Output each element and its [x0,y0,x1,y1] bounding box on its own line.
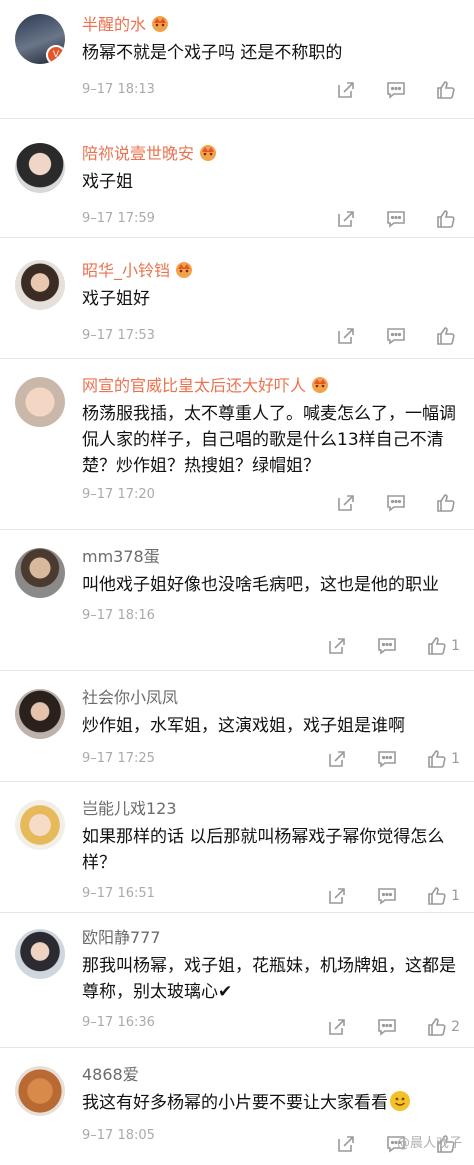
like-button[interactable] [436,493,460,513]
crown-icon [200,145,217,161]
comment-icon [387,495,405,512]
share-icon [329,1019,345,1035]
comment-button[interactable] [377,749,397,769]
avatar[interactable] [15,548,65,598]
share-button[interactable] [327,636,347,656]
like-icon [437,210,455,228]
like-count: 1 [451,638,460,654]
comment-button[interactable] [386,493,406,513]
smile-emoji-icon [390,1091,410,1111]
crown-icon [152,16,169,32]
avatar[interactable] [15,260,65,310]
comment-icon [378,888,396,905]
comment-item: mm378蛋 叫他戏子姐好像也没啥毛病吧，这也是他的职业 9–17 18:16 … [0,530,474,671]
comment-item: 4868爱 我这有好多杨幂的小片要不要让大家看看 9–17 18:05 @晨人戏… [0,1048,474,1165]
comment-item: 陪祢说壹世晚安 戏子姐 9–17 17:59 [0,119,474,238]
like-icon [437,494,455,512]
like-button[interactable]: 1 [427,749,460,769]
like-icon [437,81,455,99]
comment-item: 欧阳静777 那我叫杨幂，戏子姐，花瓶妹，机场牌姐，这都是尊称，别太玻璃心✔ 9… [0,913,474,1048]
username[interactable]: 社会你小凤凤 [82,687,460,709]
avatar[interactable] [15,377,65,427]
comment-text: 叫他戏子姐好像也没啥毛病吧，这也是他的职业 [82,575,439,595]
comment-icon [387,211,405,228]
comment-icon [387,328,405,345]
share-icon [338,211,354,227]
comment-icon [378,1019,396,1036]
comment-button[interactable] [377,1017,397,1037]
comment-text: 杨荡服我插，太不尊重人了。喊麦怎么了，一幅调侃人家的样子，自己唱的歌是什么13样… [82,404,456,476]
comment-item: 昭华_小铃铛 戏子姐好 9–17 17:53 [0,238,474,359]
comment-text: 炒作姐，水军姐，这演戏姐，戏子姐是谁啊 [82,716,405,736]
share-icon [338,1136,354,1152]
username[interactable]: 网宣的官威比皇太后还大好吓人 [82,375,460,397]
comment-button[interactable] [377,886,397,906]
share-button[interactable] [336,1134,356,1154]
comment-button[interactable] [377,636,397,656]
username[interactable]: 半醒的水 [82,14,460,36]
comment-text: 那我叫杨幂，戏子姐，花瓶妹，机场牌姐，这都是尊称，别太玻璃心✔ [82,956,456,1002]
comment-time: 9–17 18:16 [82,608,155,623]
like-button[interactable] [436,209,460,229]
watermark: @晨人戏子 [396,1136,462,1151]
share-icon [329,638,345,654]
comment-text: 戏子姐 [82,172,133,192]
share-icon [338,495,354,511]
avatar[interactable] [15,1066,65,1116]
share-button[interactable] [336,209,356,229]
like-icon [437,327,455,345]
comment-item: 网宣的官威比皇太后还大好吓人 杨荡服我插，太不尊重人了。喊麦怎么了，一幅调侃人家… [0,359,474,530]
like-count: 1 [451,888,460,904]
username[interactable]: 欧阳静777 [82,927,460,949]
comment-icon [378,751,396,768]
like-count: 2 [451,1019,460,1035]
like-count: 1 [451,751,460,767]
share-icon [329,751,345,767]
comment-text: 杨幂不就是个戏子吗 还是不称职的 [82,43,343,63]
comment-button[interactable] [386,209,406,229]
share-button[interactable] [327,749,347,769]
comment-item: 岂能儿戏123 如果那样的话 以后那就叫杨幂戏子幂你觉得怎么样？ 9–17 16… [0,782,474,913]
like-icon [428,750,446,768]
avatar[interactable] [15,800,65,850]
comment-button[interactable] [386,326,406,346]
share-icon [329,888,345,904]
share-icon [338,82,354,98]
share-button[interactable] [336,493,356,513]
share-button[interactable] [327,886,347,906]
username[interactable]: 岂能儿戏123 [82,798,460,820]
crown-icon [312,377,329,393]
avatar[interactable]: V [15,14,65,64]
comment-item: 社会你小凤凤 炒作姐，水军姐，这演戏姐，戏子姐是谁啊 9–17 17:25 1 [0,671,474,782]
comment-icon [387,82,405,99]
comment-text: 我这有好多杨幂的小片要不要让大家看看 [82,1090,460,1116]
share-button[interactable] [327,1017,347,1037]
avatar[interactable] [15,143,65,193]
comment-text: 戏子姐好 [82,289,150,309]
like-button[interactable] [436,80,460,100]
like-icon [428,637,446,655]
username[interactable]: mm378蛋 [82,546,460,568]
avatar[interactable] [15,929,65,979]
username[interactable]: 4868爱 [82,1064,460,1086]
avatar[interactable] [15,689,65,739]
vip-badge: V [46,45,65,64]
like-button[interactable]: 1 [427,886,460,906]
crown-icon [176,262,193,278]
comment-text: 如果那样的话 以后那就叫杨幂戏子幂你觉得怎么样？ [82,827,445,873]
like-button[interactable]: 2 [427,1017,460,1037]
like-button[interactable]: 1 [427,636,460,656]
share-button[interactable] [336,326,356,346]
like-icon [428,887,446,905]
share-icon [338,328,354,344]
comment-button[interactable] [386,80,406,100]
like-button[interactable] [436,326,460,346]
username[interactable]: 昭华_小铃铛 [82,260,460,282]
like-icon [428,1018,446,1036]
username[interactable]: 陪祢说壹世晚安 [82,143,460,165]
share-button[interactable] [336,80,356,100]
comment-icon [378,638,396,655]
comment-item: V 半醒的水 杨幂不就是个戏子吗 还是不称职的 9–17 18:13 [0,0,474,119]
